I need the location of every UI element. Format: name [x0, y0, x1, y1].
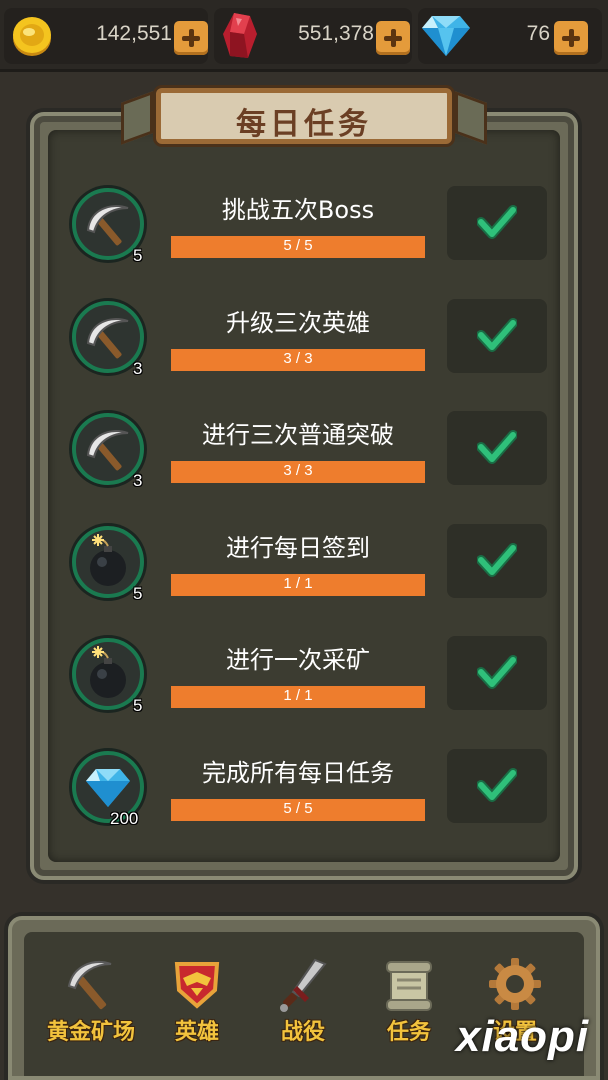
ruby-icon [223, 13, 257, 58]
task-progress-text: 1 / 1 [283, 687, 313, 704]
check-icon [477, 543, 517, 577]
check-icon [477, 655, 517, 689]
task-name: 进行一次采矿 [226, 646, 370, 674]
panel-title: 每日任务 [236, 107, 372, 142]
task-progress-bar: 3 / 3 [171, 461, 425, 483]
scroll-icon [386, 961, 432, 1011]
claim-reward-button[interactable] [447, 186, 547, 260]
gold-coin-icon [13, 17, 51, 56]
check-icon [477, 768, 517, 802]
check-icon [477, 430, 517, 464]
task-row: 5 挑战五次Boss 5 / 5 [0, 186, 608, 288]
add-diamond-button[interactable] [554, 21, 588, 55]
task-progress-text: 1 / 1 [283, 575, 313, 592]
claim-reward-button[interactable] [447, 636, 547, 710]
task-name: 挑战五次Boss [221, 196, 375, 224]
task-progress-bar: 3 / 3 [171, 349, 425, 371]
task-row: 5 进行每日签到 1 / 1 [0, 524, 608, 626]
bomb-icon [90, 534, 126, 586]
nav-campaign[interactable]: 战役 [248, 956, 358, 1056]
task-progress-text: 5 / 5 [283, 800, 313, 817]
task-name: 进行每日签到 [226, 534, 370, 562]
task-progress-bar: 5 / 5 [171, 236, 425, 258]
add-ruby-button[interactable] [376, 21, 410, 55]
reward-count: 200 [110, 809, 139, 828]
task-name: 完成所有每日任务 [202, 759, 394, 787]
task-row: 3 升级三次英雄 3 / 3 [0, 299, 608, 401]
pickaxe-icon [86, 430, 129, 471]
nav-heroes[interactable]: 英雄 [142, 956, 252, 1056]
add-gold-button[interactable] [174, 21, 208, 55]
diamond-counter: 76 [418, 8, 602, 64]
diamond-value: 76 [526, 22, 550, 45]
task-progress-bar: 1 / 1 [171, 686, 425, 708]
ruby-counter: 551,378 [214, 8, 412, 64]
nav-gold-mine[interactable]: 黄金矿场 [36, 956, 146, 1056]
resource-bar: 142,551 551,378 76 [0, 0, 608, 72]
task-progress-text: 3 / 3 [283, 462, 313, 479]
reward-count: 5 [133, 246, 143, 265]
ruby-value: 551,378 [298, 22, 374, 45]
panel-title-plaque: 每日任务 [156, 88, 452, 144]
gold-value: 142,551 [96, 22, 172, 45]
bomb-icon [90, 646, 126, 698]
task-progress-text: 3 / 3 [283, 350, 313, 367]
diamond-icon [422, 16, 470, 56]
claim-reward-button[interactable] [447, 299, 547, 373]
task-row: 200 完成所有每日任务 5 / 5 [0, 749, 608, 851]
task-row: 3 进行三次普通突破 3 / 3 [0, 411, 608, 513]
watermark-logo: xiaopi [456, 1012, 590, 1061]
gear-icon [489, 958, 541, 1010]
task-progress-bar: 1 / 1 [171, 574, 425, 596]
claim-reward-button[interactable] [447, 524, 547, 598]
check-icon [477, 205, 517, 239]
nav-tasks[interactable]: 任务 [354, 956, 464, 1056]
task-row: 5 进行一次采矿 1 / 1 [0, 636, 608, 738]
claim-reward-button[interactable] [447, 749, 547, 823]
task-progress-bar: 5 / 5 [171, 799, 425, 821]
sword-icon [280, 958, 327, 1012]
reward-count: 5 [133, 584, 143, 603]
reward-count: 3 [133, 471, 143, 490]
pickaxe-icon [67, 961, 112, 1010]
claim-reward-button[interactable] [447, 411, 547, 485]
reward-count: 3 [133, 359, 143, 378]
task-progress-text: 5 / 5 [283, 237, 313, 254]
pickaxe-icon [86, 205, 129, 246]
task-name: 进行三次普通突破 [202, 421, 394, 449]
task-name: 升级三次英雄 [226, 309, 370, 337]
hero-emblem-icon [174, 962, 220, 1009]
check-icon [477, 318, 517, 352]
pickaxe-icon [86, 318, 129, 359]
reward-count: 5 [133, 696, 143, 715]
gold-counter: 142,551 [4, 8, 208, 64]
